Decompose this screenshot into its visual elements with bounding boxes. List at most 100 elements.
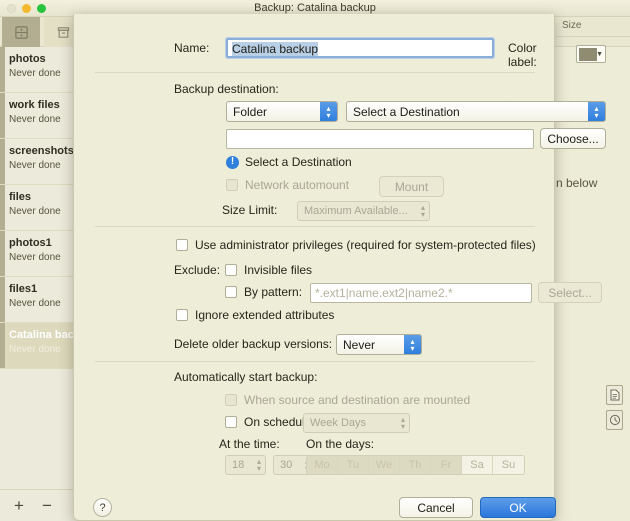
exclude-label: Exclude: bbox=[174, 263, 221, 277]
choose-destination-button[interactable]: Choose... bbox=[540, 128, 606, 149]
destination-path-input[interactable] bbox=[226, 129, 534, 149]
document-button[interactable] bbox=[606, 385, 623, 405]
color-swatch bbox=[579, 47, 597, 61]
remove-task-button[interactable]: − bbox=[42, 496, 52, 516]
size-limit-select[interactable]: Maximum Available... ▴ ▾ bbox=[297, 201, 430, 221]
weekday-fr[interactable]: Fr bbox=[431, 456, 462, 474]
add-task-button[interactable]: + bbox=[14, 496, 24, 516]
divider-3 bbox=[95, 361, 535, 362]
list-item[interactable]: screenshots Never done bbox=[0, 139, 81, 185]
delete-versions-label-wrap: Delete older backup versions: bbox=[174, 337, 332, 351]
destination-warning: ! Select a Destination bbox=[226, 155, 352, 169]
on-schedule-checkbox[interactable] bbox=[225, 416, 237, 428]
by-pattern-checkbox[interactable] bbox=[225, 286, 237, 298]
pattern-select-label: Select... bbox=[548, 285, 592, 300]
chevron-down-icon: ▼ bbox=[596, 50, 603, 58]
task-status: Never done bbox=[9, 160, 61, 171]
mount-button[interactable]: Mount bbox=[379, 176, 444, 197]
color-label-well[interactable]: ▼ bbox=[576, 45, 606, 63]
network-automount-row[interactable]: Network automount bbox=[226, 178, 349, 192]
ok-button[interactable]: OK bbox=[480, 497, 556, 518]
delete-versions-value: Never bbox=[343, 337, 376, 352]
clock-icon bbox=[609, 414, 620, 426]
column-header-size[interactable]: Size bbox=[562, 20, 581, 31]
task-list-footer: + − bbox=[0, 489, 82, 521]
when-mounted-row[interactable]: When source and destination are mounted bbox=[225, 393, 470, 407]
divider-2 bbox=[95, 226, 535, 227]
toolbar-button-tasks[interactable] bbox=[2, 17, 40, 47]
list-item[interactable]: photos1 Never done bbox=[0, 231, 81, 277]
weekday-selector[interactable]: Mo Tu We Th Fr Sa Su bbox=[306, 455, 525, 475]
history-button[interactable] bbox=[606, 410, 623, 430]
task-status: Never done bbox=[9, 298, 61, 309]
color-label-wrap: Color label: bbox=[508, 41, 554, 69]
side-icon-strip bbox=[606, 385, 623, 430]
list-item[interactable]: photos Never done bbox=[0, 47, 81, 93]
destination-type-value: Folder bbox=[233, 104, 268, 119]
on-schedule-row[interactable]: On schedule bbox=[225, 415, 311, 429]
when-mounted-checkbox[interactable] bbox=[225, 394, 237, 406]
weekday-we[interactable]: We bbox=[369, 456, 400, 474]
destination-warning-text: Select a Destination bbox=[245, 155, 352, 169]
weekday-su[interactable]: Su bbox=[493, 456, 524, 474]
task-name: screenshots bbox=[9, 145, 74, 157]
weekday-sa[interactable]: Sa bbox=[462, 456, 493, 474]
time-label-wrap: At the time: bbox=[219, 437, 280, 451]
days-label-wrap: On the days: bbox=[306, 437, 374, 451]
weekday-tu[interactable]: Tu bbox=[338, 456, 369, 474]
task-status: Never done bbox=[9, 344, 61, 355]
network-automount-checkbox[interactable] bbox=[226, 179, 238, 191]
hour-stepper[interactable]: 18 ▴ ▾ bbox=[225, 455, 266, 475]
admin-privileges-checkbox[interactable] bbox=[176, 239, 188, 251]
size-limit-label-wrap: Size Limit: bbox=[222, 203, 277, 217]
task-name: files1 bbox=[9, 283, 38, 295]
admin-privileges-row[interactable]: Use administrator privileges (required f… bbox=[176, 238, 536, 252]
on-schedule-label: On schedule bbox=[244, 415, 312, 429]
task-list[interactable]: photos Never done work files Never done scre… bbox=[0, 47, 82, 521]
ignore-xattr-checkbox[interactable] bbox=[176, 309, 188, 321]
help-button[interactable]: ? bbox=[93, 498, 112, 517]
task-status: Never done bbox=[9, 206, 61, 217]
task-name: work files bbox=[9, 99, 60, 111]
task-name: Catalina backup bbox=[9, 329, 81, 341]
time-label: At the time: bbox=[219, 437, 280, 451]
destination-type-select[interactable]: Folder ▴ ▾ bbox=[226, 101, 338, 122]
destination-section-label: Backup destination: bbox=[174, 82, 279, 96]
by-pattern-row[interactable]: By pattern: bbox=[225, 285, 302, 299]
delete-versions-label: Delete older backup versions: bbox=[174, 337, 333, 351]
delete-versions-select[interactable]: Never ▴ ▾ bbox=[336, 334, 422, 355]
backup-name-value: Catalina backup bbox=[232, 42, 319, 56]
schedule-frequency-select[interactable]: Week Days ▴ ▾ bbox=[303, 413, 410, 433]
invisible-files-row[interactable]: Invisible files bbox=[225, 263, 312, 277]
list-item[interactable]: files1 Never done bbox=[0, 277, 81, 323]
weekday-mo[interactable]: Mo bbox=[307, 456, 338, 474]
chevron-updown-icon: ▴▾ bbox=[320, 102, 337, 121]
destination-target-select[interactable]: Select a Destination ▴ ▾ bbox=[346, 101, 606, 122]
drawer-icon bbox=[14, 25, 28, 39]
list-item[interactable]: Catalina backup Never done bbox=[0, 323, 81, 369]
destination-target-value: Select a Destination bbox=[353, 104, 460, 119]
chevron-updown-icon: ▴▾ bbox=[256, 457, 261, 473]
divider-1 bbox=[95, 72, 535, 73]
info-icon: ! bbox=[226, 155, 239, 169]
task-status: Never done bbox=[9, 68, 61, 79]
list-item[interactable]: files Never done bbox=[0, 185, 81, 231]
weekday-th[interactable]: Th bbox=[400, 456, 431, 474]
header-divider bbox=[555, 36, 630, 37]
invisible-files-label: Invisible files bbox=[244, 263, 313, 277]
invisible-files-checkbox[interactable] bbox=[225, 264, 237, 276]
cancel-button[interactable]: Cancel bbox=[399, 497, 473, 518]
pattern-placeholder: *.ext1|name.ext2|name2.* bbox=[315, 286, 453, 300]
backup-name-input[interactable]: Catalina backup bbox=[226, 38, 494, 58]
schedule-section-label: Automatically start backup: bbox=[174, 370, 318, 384]
pattern-input[interactable]: *.ext1|name.ext2|name2.* bbox=[310, 283, 532, 303]
ignore-xattr-row[interactable]: Ignore extended attributes bbox=[176, 308, 334, 322]
list-item[interactable]: work files Never done bbox=[0, 93, 81, 139]
chevron-updown-icon: ▴▾ bbox=[400, 415, 405, 431]
name-label-wrap: Name: bbox=[174, 41, 209, 55]
task-name: files bbox=[9, 191, 32, 203]
pattern-select-button[interactable]: Select... bbox=[538, 282, 602, 303]
archive-box-icon bbox=[57, 26, 69, 38]
destination-section-label-wrap: Backup destination: bbox=[174, 82, 279, 96]
choose-button-label: Choose... bbox=[547, 131, 599, 146]
